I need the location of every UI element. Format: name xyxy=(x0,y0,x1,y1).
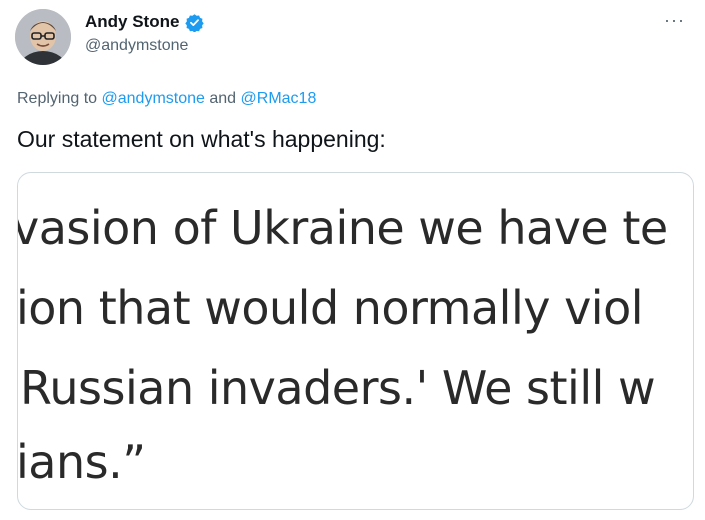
avatar[interactable] xyxy=(15,9,71,65)
mention-link-andymstone[interactable]: @andymstone xyxy=(102,90,205,107)
author-name-row: Andy Stone xyxy=(85,12,205,32)
image-text-line: ians.” xyxy=(17,435,146,489)
replying-to-line: Replying to @andymstone and @RMac18 xyxy=(17,90,316,108)
profile-photo-icon xyxy=(15,9,71,65)
image-text-line: ion that would normally viol xyxy=(17,281,644,335)
author-name[interactable]: Andy Stone xyxy=(85,12,179,32)
more-options-icon[interactable]: ··· xyxy=(664,10,685,31)
tweet-text: Our statement on what's happening: xyxy=(17,126,386,152)
verified-badge-icon xyxy=(185,13,205,32)
replying-to-conjunction: and xyxy=(209,90,237,107)
mention-link-rmac18[interactable]: @RMac18 xyxy=(241,90,317,107)
author-handle[interactable]: @andymstone xyxy=(85,37,188,55)
image-text-line: Russian invaders.' We still w xyxy=(20,361,656,415)
tweet-image[interactable]: vasion of Ukraine we have te ion that wo… xyxy=(17,172,694,510)
image-text-line: vasion of Ukraine we have te xyxy=(17,201,668,255)
replying-to-label: Replying to xyxy=(17,90,98,107)
